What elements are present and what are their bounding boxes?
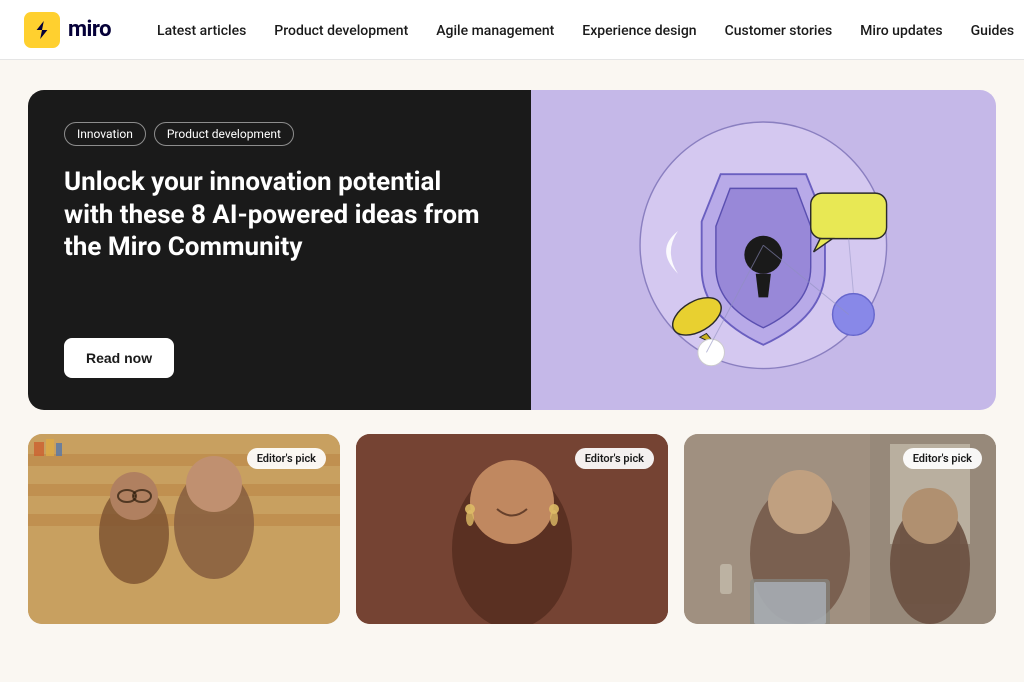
hero-tag-innovation: Innovation (64, 122, 146, 146)
nav-link-miro-updates[interactable]: Miro updates (846, 15, 956, 47)
read-now-button[interactable]: Read now (64, 338, 174, 378)
miro-logo-icon (24, 12, 60, 48)
nav-link-latest-articles[interactable]: Latest articles (143, 15, 260, 47)
editor-pick-badge-2: Editor's pick (575, 448, 654, 469)
nav-link-agile-management[interactable]: Agile management (422, 15, 568, 47)
hero-tags: Innovation Product development (64, 122, 495, 146)
hero-wrapper: Innovation Product development Unlock yo… (0, 60, 1024, 434)
logo-text: miro (68, 17, 111, 42)
logo-link[interactable]: miro (24, 12, 111, 48)
editor-card-1[interactable]: Editor's pick (28, 434, 340, 624)
hero-card: Innovation Product development Unlock yo… (28, 90, 996, 410)
nav-links: Latest articles Product development Agil… (143, 20, 1024, 39)
nav-link-guides[interactable]: Guides (957, 15, 1024, 47)
nav-link-product-development[interactable]: Product development (260, 15, 422, 47)
editor-card-3[interactable]: Editor's pick (684, 434, 996, 624)
hero-svg-illustration (531, 90, 996, 410)
editor-pick-badge-3: Editor's pick (903, 448, 982, 469)
hero-tag-product-development: Product development (154, 122, 294, 146)
nav-link-experience-design[interactable]: Experience design (568, 15, 710, 47)
main-nav: miro Latest articles Product development… (0, 0, 1024, 60)
editor-card-2[interactable]: Editor's pick (356, 434, 668, 624)
hero-content-left: Innovation Product development Unlock yo… (28, 90, 531, 410)
nav-link-customer-stories[interactable]: Customer stories (711, 15, 847, 47)
hero-title: Unlock your innovation potential with th… (64, 166, 495, 310)
cards-row: Editor's pick Editor's pick (0, 434, 1024, 648)
hero-section: Innovation Product development Unlock yo… (0, 60, 1024, 434)
hero-illustration-area (531, 90, 996, 410)
editor-pick-badge-1: Editor's pick (247, 448, 326, 469)
